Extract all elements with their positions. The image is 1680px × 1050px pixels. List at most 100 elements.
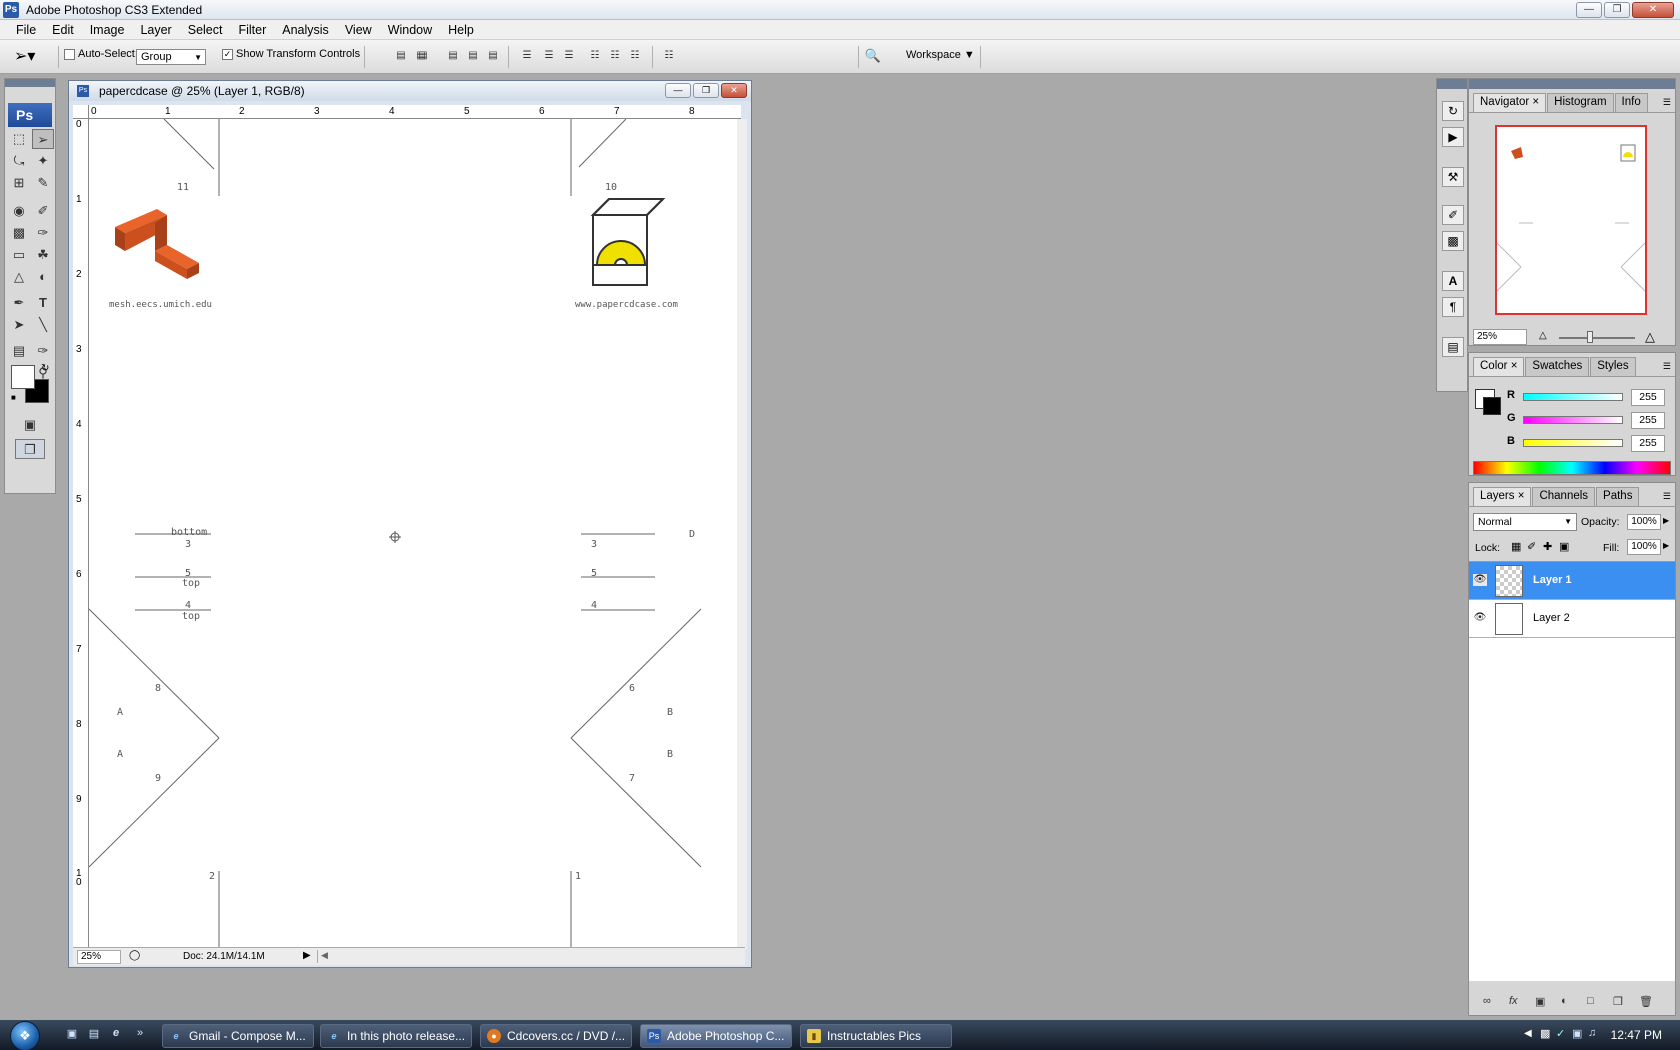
auto-select-checkbox[interactable]	[64, 48, 75, 60]
layer-row-layer-2[interactable]: 👁 Layer 2	[1469, 600, 1675, 638]
status-menu-arrow-icon[interactable]: ▶	[303, 950, 311, 961]
move-tool-icon[interactable]: ➢	[32, 129, 54, 149]
document-close-button[interactable]: ✕	[721, 83, 747, 98]
align-left-icon[interactable]: ▤	[444, 50, 462, 64]
panel-menu-icon[interactable]: ☰	[1663, 491, 1671, 502]
tool-presets-icon[interactable]: ⚒	[1442, 167, 1464, 187]
bridge-search-icon[interactable]: 🔍	[864, 48, 882, 63]
switch-windows-icon[interactable]: ▤	[86, 1027, 102, 1043]
magic-wand-icon[interactable]: ✦	[32, 151, 54, 171]
line-icon[interactable]: ╲	[32, 315, 54, 335]
trash-icon[interactable]: 🗑	[1639, 995, 1653, 1008]
close-icon[interactable]: ×	[1511, 360, 1518, 372]
lock-transparent-icon[interactable]: ▦	[1511, 540, 1521, 553]
rectangular-marquee-icon[interactable]: ⬚	[8, 129, 30, 149]
default-colors-icon[interactable]: ■	[11, 393, 21, 403]
align-bottom-icon[interactable]: ▤	[414, 50, 432, 64]
fill-arrow-icon[interactable]: ▶	[1663, 541, 1669, 550]
tab-color[interactable]: Color ×	[1473, 357, 1525, 376]
eyedropper-icon[interactable]: ✑	[32, 341, 54, 361]
show-desktop-icon[interactable]: ▣	[64, 1027, 80, 1043]
eye-icon[interactable]: 👁	[1473, 574, 1487, 586]
close-button[interactable]: ✕	[1632, 2, 1674, 18]
menu-window[interactable]: Window	[380, 23, 440, 37]
green-slider[interactable]	[1523, 416, 1623, 424]
zoom-slider[interactable]	[1559, 337, 1635, 339]
history-brush-icon[interactable]: ✑	[32, 223, 54, 243]
close-icon[interactable]: ×	[1518, 490, 1525, 502]
vertical-ruler[interactable]: 0 1 2 3 4 5 6 7 8 9 1 0	[73, 119, 89, 949]
restore-button[interactable]: ❐	[1604, 2, 1630, 18]
slice-icon[interactable]: ✎	[32, 173, 54, 193]
distribute-bottom-icon[interactable]: ☰	[560, 50, 578, 64]
screen-mode-icon[interactable]: ❐	[15, 439, 45, 459]
move-tool-preset-icon[interactable]: ➢▾	[14, 46, 35, 66]
panel-menu-icon[interactable]: ☰	[1663, 361, 1671, 372]
blue-slider[interactable]	[1523, 439, 1623, 447]
panel-header[interactable]	[1469, 79, 1675, 89]
status-info-icon[interactable]: ◯	[129, 950, 140, 961]
align-top-icon[interactable]: ▤	[392, 50, 410, 64]
new-layer-icon[interactable]: ❐	[1613, 995, 1623, 1008]
menu-view[interactable]: View	[337, 23, 380, 37]
tab-styles[interactable]: Styles	[1590, 357, 1636, 376]
navigator-thumbnail[interactable]	[1495, 125, 1647, 315]
quicklaunch-more-icon[interactable]: »	[132, 1027, 148, 1043]
minimize-button[interactable]: —	[1576, 2, 1602, 18]
red-slider[interactable]	[1523, 393, 1623, 401]
menu-help[interactable]: Help	[440, 23, 482, 37]
menu-layer[interactable]: Layer	[132, 23, 179, 37]
color-spectrum-bar[interactable]	[1473, 461, 1671, 475]
menu-edit[interactable]: Edit	[44, 23, 82, 37]
distribute-left-icon[interactable]: ☷	[586, 50, 604, 64]
taskbar-clock[interactable]: 12:47 PM	[1611, 1028, 1662, 1042]
swap-colors-icon[interactable]: ↻	[41, 363, 49, 374]
notes-icon[interactable]: ▤	[8, 341, 30, 361]
horizontal-scrollbar[interactable]: ◀	[317, 950, 741, 963]
align-hcenter-icon[interactable]: ▤	[464, 50, 482, 64]
tab-channels[interactable]: Channels	[1532, 487, 1596, 506]
blue-value-field[interactable]: 255	[1631, 435, 1665, 452]
paint-bucket-icon[interactable]: ☘	[32, 245, 54, 265]
distribute-right-icon[interactable]: ☷	[626, 50, 644, 64]
zoom-slider-thumb[interactable]	[1587, 331, 1593, 343]
blend-mode-dropdown[interactable]: Normal ▼	[1473, 513, 1577, 531]
tab-histogram[interactable]: Histogram	[1547, 93, 1614, 112]
new-group-icon[interactable]: □	[1587, 995, 1594, 1007]
auto-align-icon[interactable]: ☷	[660, 50, 678, 64]
distribute-top-icon[interactable]: ☰	[518, 50, 536, 64]
layer-name[interactable]: Layer 2	[1533, 612, 1570, 624]
eraser-icon[interactable]: ▭	[8, 245, 30, 265]
green-value-field[interactable]: 255	[1631, 412, 1665, 429]
menu-file[interactable]: File	[8, 23, 44, 37]
taskbar-item-photo-release[interactable]: e In this photo release...	[320, 1024, 472, 1048]
layer-name[interactable]: Layer 1	[1533, 574, 1572, 586]
actions-panel-icon[interactable]: ▶	[1442, 127, 1464, 147]
tray-expand-icon[interactable]: ◀	[1524, 1028, 1532, 1039]
auto-select-dropdown[interactable]: Group ▼	[136, 49, 206, 65]
quick-mask-icon[interactable]: ▣	[19, 415, 41, 435]
taskbar-item-instructables[interactable]: ▮ Instructables Pics	[800, 1024, 952, 1048]
show-transform-checkbox[interactable]: ✓	[222, 48, 233, 60]
menu-analysis[interactable]: Analysis	[274, 23, 337, 37]
document-maximize-button[interactable]: ❐	[693, 83, 719, 98]
zoom-in-icon[interactable]: △	[1645, 329, 1655, 345]
opacity-field[interactable]: 100%	[1627, 514, 1661, 530]
taskbar-item-cdcovers[interactable]: ● Cdcovers.cc / DVD /...	[480, 1024, 632, 1048]
taskbar-item-photoshop[interactable]: Ps Adobe Photoshop C...	[640, 1024, 792, 1048]
lock-position-icon[interactable]: ✚	[1543, 540, 1552, 553]
adjustment-layer-icon[interactable]: ◐	[1561, 995, 1568, 1007]
type-icon[interactable]: T	[32, 293, 54, 313]
layer-style-icon[interactable]: fx	[1509, 995, 1518, 1007]
layer-comps-icon[interactable]: ▤	[1442, 337, 1464, 357]
document-vertical-scrollbar[interactable]	[737, 119, 747, 949]
close-icon[interactable]: ×	[1532, 96, 1539, 108]
paragraph-panel-icon[interactable]: ¶	[1442, 297, 1464, 317]
toolbox-header[interactable]	[5, 79, 55, 87]
foreground-swatch[interactable]	[11, 365, 35, 389]
color-bg-swatch[interactable]	[1483, 397, 1501, 415]
crop-icon[interactable]: ⊞	[8, 173, 30, 193]
layer-mask-icon[interactable]: ▣	[1535, 995, 1545, 1008]
menu-select[interactable]: Select	[180, 23, 231, 37]
tray-app-icon[interactable]: ▩	[1540, 1027, 1550, 1040]
